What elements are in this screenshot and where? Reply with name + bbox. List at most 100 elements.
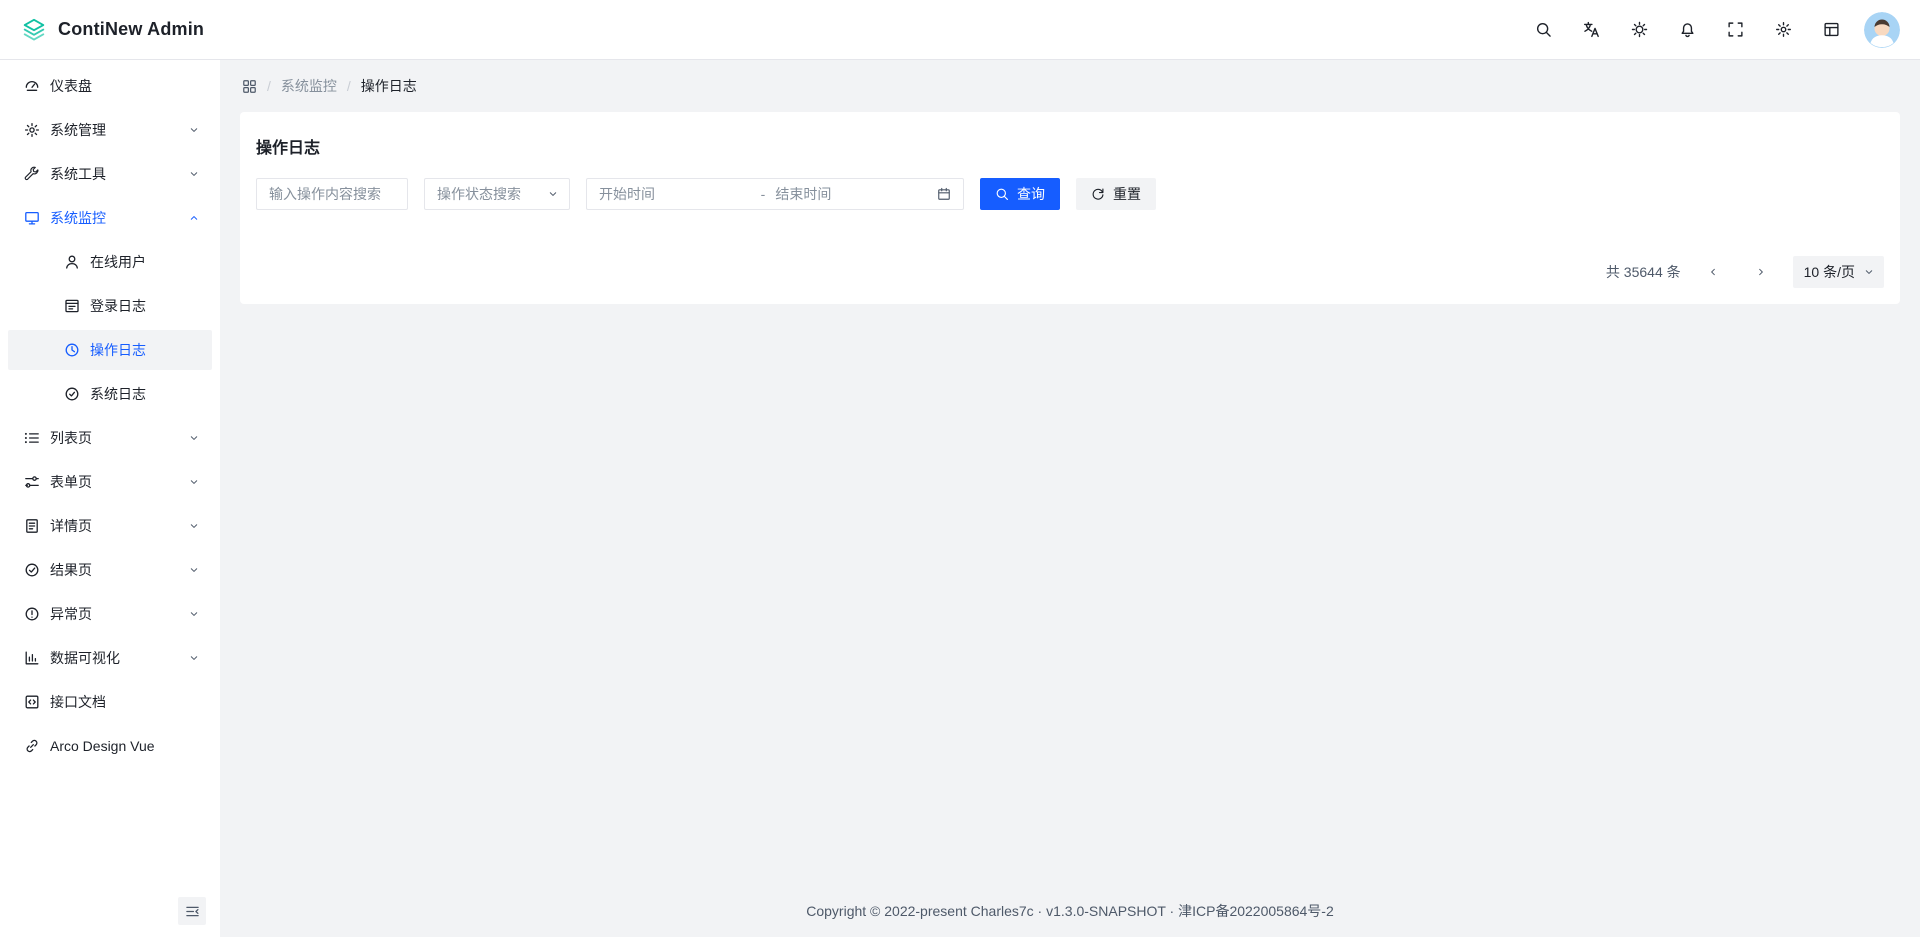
page-size-label: 10 条/页: [1804, 262, 1855, 282]
breadcrumb: / 系统监控 / 操作日志: [220, 60, 1920, 112]
result-icon: [24, 562, 40, 578]
apps-icon[interactable]: [242, 79, 257, 94]
dashboard-icon: [24, 78, 40, 94]
sidebar-item-form-page[interactable]: 表单页: [8, 462, 212, 502]
app-logo-icon: [20, 16, 48, 44]
calendar-icon: [937, 187, 951, 201]
date-start-placeholder[interactable]: 开始时间: [599, 184, 751, 204]
sidebar-item-list-page[interactable]: 列表页: [8, 418, 212, 458]
status-select[interactable]: 操作状态搜索: [424, 178, 570, 210]
sidebar-item-label: 详情页: [50, 516, 178, 536]
sidebar-item-label: 操作日志: [90, 340, 200, 360]
footer-copyright: Copyright © 2022-present Charles7c · v1.…: [220, 901, 1920, 937]
operation-log-card: 操作日志 操作状态搜索 开始时间 - 结束时间 查: [240, 112, 1900, 304]
chevron-down-icon: [1863, 266, 1875, 278]
breadcrumb-separator: /: [347, 78, 351, 94]
exception-icon: [24, 606, 40, 622]
sidebar-item-result-page[interactable]: 结果页: [8, 550, 212, 590]
status-select-placeholder: 操作状态搜索: [437, 184, 521, 204]
sidebar-item-login-log[interactable]: 登录日志: [8, 286, 212, 326]
sidebar-item-label: 异常页: [50, 604, 178, 624]
sidebar-item-label: 系统工具: [50, 164, 178, 184]
tool-icon: [24, 166, 40, 182]
sidebar-item-detail-page[interactable]: 详情页: [8, 506, 212, 546]
page-size-select[interactable]: 10 条/页: [1793, 256, 1884, 288]
main-content: / 系统监控 / 操作日志 操作日志 操作状态搜索 开始时间 - 结束时间: [220, 60, 1920, 937]
chevron-down-icon: [188, 520, 200, 532]
notification-icon[interactable]: [1670, 13, 1704, 47]
sidebar-item-label: 登录日志: [90, 296, 200, 316]
sidebar-item-system-management[interactable]: 系统管理: [8, 110, 212, 150]
sidebar-item-system-tools[interactable]: 系统工具: [8, 154, 212, 194]
sidebar-item-label: 系统管理: [50, 120, 178, 140]
user-avatar[interactable]: [1864, 12, 1900, 48]
chevron-down-icon: [188, 124, 200, 136]
sidebar-item-label: 系统监控: [50, 208, 178, 228]
theme-icon[interactable]: [1622, 13, 1656, 47]
layout-icon[interactable]: [1814, 13, 1848, 47]
search-button[interactable]: 查询: [980, 178, 1060, 210]
topbar-right: [1526, 12, 1900, 48]
collapse-icon: [185, 904, 200, 919]
link-icon: [24, 738, 40, 754]
pagination-prev-button[interactable]: [1697, 256, 1729, 288]
chevron-left-icon: [1707, 266, 1719, 278]
sidebar-item-data-visualization[interactable]: 数据可视化: [8, 638, 212, 678]
sidebar-item-label: 表单页: [50, 472, 178, 492]
sidebar-collapse-button[interactable]: [178, 897, 206, 925]
content-search-input[interactable]: [256, 178, 408, 210]
detail-icon: [24, 518, 40, 534]
pagination: 共 35644 条 10 条/页: [256, 256, 1884, 288]
pagination-total: 共 35644 条: [1606, 262, 1681, 282]
sidebar-item-system-log[interactable]: 系统日志: [8, 374, 212, 414]
sidebar-item-api-docs[interactable]: 接口文档: [8, 682, 212, 722]
chevron-down-icon: [547, 188, 559, 200]
breadcrumb-item-operation-log: 操作日志: [361, 76, 417, 96]
system-log-icon: [64, 386, 80, 402]
chart-icon: [24, 650, 40, 666]
filter-bar: 操作状态搜索 开始时间 - 结束时间 查询: [256, 178, 1884, 210]
settings-icon[interactable]: [1766, 13, 1800, 47]
sidebar-item-dashboard[interactable]: 仪表盘: [8, 66, 212, 106]
chevron-up-icon: [188, 212, 200, 224]
user-icon: [64, 254, 80, 270]
translate-icon[interactable]: [1574, 13, 1608, 47]
sidebar-item-label: 在线用户: [90, 252, 200, 272]
chevron-right-icon: [1755, 266, 1767, 278]
gear-icon: [24, 122, 40, 138]
chevron-down-icon: [188, 168, 200, 180]
api-icon: [24, 694, 40, 710]
topbar-icons: [1526, 13, 1848, 47]
form-icon: [24, 474, 40, 490]
sidebar-item-operation-log[interactable]: 操作日志: [8, 330, 212, 370]
search-button-label: 查询: [1017, 184, 1045, 204]
sidebar-menu: 仪表盘系统管理系统工具系统监控在线用户登录日志操作日志系统日志列表页表单页详情页…: [0, 66, 220, 937]
breadcrumb-separator: /: [267, 78, 271, 94]
sidebar-item-exception-page[interactable]: 异常页: [8, 594, 212, 634]
pagination-next-button[interactable]: [1745, 256, 1777, 288]
logo-area[interactable]: ContiNew Admin: [20, 16, 204, 44]
search-icon: [995, 187, 1009, 201]
sidebar-item-online-users[interactable]: 在线用户: [8, 242, 212, 282]
sidebar-item-arco-design-vue[interactable]: Arco Design Vue: [8, 726, 212, 766]
sidebar-item-label: 接口文档: [50, 692, 200, 712]
sidebar-item-label: 列表页: [50, 428, 178, 448]
breadcrumb-item-system-monitor[interactable]: 系统监控: [281, 76, 337, 96]
topbar: ContiNew Admin: [0, 0, 1920, 60]
reset-button[interactable]: 重置: [1076, 178, 1156, 210]
sidebar-item-label: 结果页: [50, 560, 178, 580]
history-icon: [64, 342, 80, 358]
date-range-picker[interactable]: 开始时间 - 结束时间: [586, 178, 964, 210]
app-title: ContiNew Admin: [58, 19, 204, 40]
search-icon[interactable]: [1526, 13, 1560, 47]
fullscreen-icon[interactable]: [1718, 13, 1752, 47]
sidebar-item-system-monitor[interactable]: 系统监控: [8, 198, 212, 238]
page-title: 操作日志: [256, 134, 1884, 158]
reset-button-label: 重置: [1113, 184, 1141, 204]
chevron-down-icon: [188, 476, 200, 488]
list-icon: [24, 430, 40, 446]
date-end-placeholder[interactable]: 结束时间: [775, 184, 927, 204]
chevron-down-icon: [188, 432, 200, 444]
refresh-icon: [1091, 187, 1105, 201]
date-range-separator: -: [761, 186, 766, 202]
